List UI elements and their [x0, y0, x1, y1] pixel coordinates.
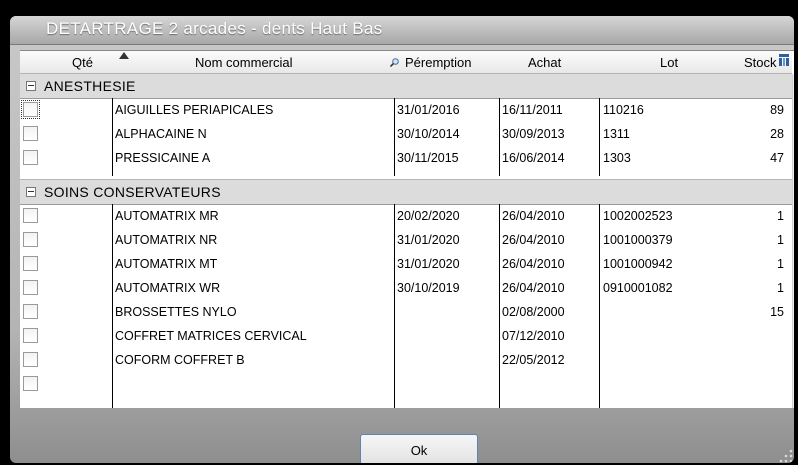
- group-label: SOINS CONSERVATEURS: [44, 184, 221, 200]
- cell-name: COFFRET MATRICES CERVICAL: [115, 329, 307, 343]
- col-header-stock[interactable]: Stock: [744, 55, 777, 70]
- cell-name: COFORM COFFRET B: [115, 353, 245, 367]
- cell-lot: 1303: [603, 151, 631, 165]
- cell-stock: 1: [777, 257, 784, 271]
- cell-purchase: 26/04/2010: [502, 257, 565, 271]
- cell-lot: 1311: [603, 127, 630, 141]
- cell-purchase: 26/04/2010: [502, 233, 565, 247]
- row-checkbox[interactable]: [23, 208, 38, 223]
- cell-purchase: 26/04/2010: [502, 209, 565, 223]
- row-checkbox[interactable]: [23, 376, 38, 391]
- row-checkbox[interactable]: [21, 100, 40, 119]
- cell-name: AUTOMATRIX MR: [115, 209, 219, 223]
- cell-purchase: 26/04/2010: [502, 281, 565, 295]
- row-checkbox[interactable]: [23, 328, 38, 343]
- cell-purchase: 07/12/2010: [502, 329, 565, 343]
- column-divider: [599, 204, 600, 408]
- ok-button[interactable]: Ok: [360, 434, 478, 463]
- cell-stock: 28: [770, 127, 784, 141]
- cell-name: AUTOMATRIX NR: [115, 233, 218, 247]
- table-row[interactable]: PRESSICAINE A 30/11/2015 16/06/2014 1303…: [20, 146, 792, 170]
- cell-purchase: 16/06/2014: [502, 151, 565, 165]
- cell-expiry: 20/02/2020: [397, 209, 460, 223]
- cell-lot: 1001000942: [603, 257, 673, 271]
- table-row[interactable]: BROSSETTES NYLO 02/08/2000 15: [20, 300, 792, 324]
- column-divider: [599, 98, 600, 176]
- cell-name: BROSSETTES NYLO: [115, 305, 237, 319]
- col-header-lot[interactable]: Lot: [660, 55, 678, 70]
- group-label: ANESTHESIE: [44, 78, 136, 94]
- cell-name: AIGUILLES PERIAPICALES: [115, 103, 274, 117]
- cell-expiry: 31/01/2020: [397, 233, 460, 247]
- cell-expiry: 31/01/2020: [397, 257, 460, 271]
- table-row[interactable]: AUTOMATRIX MR 20/02/2020 26/04/2010 1002…: [20, 204, 792, 228]
- col-header-purchase[interactable]: Achat: [528, 55, 561, 70]
- sort-ascending-icon: [119, 52, 129, 59]
- cell-purchase: 02/08/2000: [502, 305, 565, 319]
- cell-expiry: 30/10/2014: [397, 127, 460, 141]
- scroll-up-button[interactable]: [793, 74, 794, 90]
- column-divider: [394, 204, 395, 408]
- table-row[interactable]: COFFRET MATRICES CERVICAL 07/12/2010: [20, 324, 792, 348]
- cell-name: ALPHACAINE N: [115, 127, 207, 141]
- table-row[interactable]: AUTOMATRIX MT 31/01/2020 26/04/2010 1001…: [20, 252, 792, 276]
- column-settings-icon[interactable]: [778, 53, 790, 67]
- row-checkbox[interactable]: [23, 126, 38, 141]
- col-header-name[interactable]: Nom commercial: [195, 55, 293, 70]
- cell-stock: 89: [770, 103, 784, 117]
- resize-grip-icon[interactable]: [768, 440, 794, 463]
- column-divider: [112, 204, 113, 408]
- dialog: DETARTRAGE 2 arcades - dents Haut Bas Qt…: [10, 16, 794, 463]
- cell-purchase: 30/09/2013: [502, 127, 565, 141]
- row-checkbox[interactable]: [23, 256, 38, 271]
- cell-lot: 110216: [603, 103, 644, 117]
- collapse-minus-icon[interactable]: [26, 81, 36, 91]
- table-row[interactable]: AIGUILLES PERIAPICALES 31/01/2016 16/11/…: [20, 98, 792, 122]
- row-checkbox[interactable]: [23, 232, 38, 247]
- cell-stock: 15: [770, 305, 784, 319]
- window: DETARTRAGE 2 arcades - dents Haut Bas Qt…: [0, 0, 798, 465]
- cell-stock: 1: [777, 233, 784, 247]
- cell-name: AUTOMATRIX MT: [115, 257, 218, 271]
- group-header-anesthesie[interactable]: ANESTHESIE: [20, 73, 792, 99]
- magnifier-icon[interactable]: [390, 58, 399, 67]
- row-checkbox[interactable]: [23, 304, 38, 319]
- column-divider: [112, 98, 113, 176]
- grid-header: Qté Nom commercial Péremption Achat Lot …: [20, 51, 792, 74]
- scroll-down-button[interactable]: [793, 392, 794, 408]
- cell-stock: 1: [777, 281, 784, 295]
- group-header-soins-conservateurs[interactable]: SOINS CONSERVATEURS: [20, 179, 792, 205]
- cell-expiry: 31/01/2016: [397, 103, 460, 117]
- vertical-scrollbar[interactable]: [792, 74, 794, 408]
- table-row[interactable]: AUTOMATRIX WR 30/10/2019 26/04/2010 0910…: [20, 276, 792, 300]
- table-row[interactable]: COFORM COFFRET B 22/05/2012: [20, 348, 792, 372]
- cell-stock: 1: [777, 209, 784, 223]
- dialog-title: DETARTRAGE 2 arcades - dents Haut Bas: [46, 19, 383, 38]
- col-header-expiry[interactable]: Péremption: [405, 55, 471, 70]
- col-header-qty[interactable]: Qté: [72, 55, 93, 70]
- row-checkbox[interactable]: [23, 150, 38, 165]
- cell-lot: 1001000379: [603, 233, 673, 247]
- cell-stock: 47: [770, 151, 784, 165]
- cell-expiry: 30/10/2019: [397, 281, 460, 295]
- cell-lot: 1002002523: [603, 209, 673, 223]
- cell-name: AUTOMATRIX WR: [115, 281, 221, 295]
- cell-name: PRESSICAINE A: [115, 151, 211, 165]
- cell-purchase: 22/05/2012: [502, 353, 565, 367]
- cell-purchase: 16/11/2011: [502, 103, 563, 117]
- title-bar[interactable]: DETARTRAGE 2 arcades - dents Haut Bas: [10, 16, 794, 45]
- row-checkbox[interactable]: [23, 352, 38, 367]
- row-checkbox[interactable]: [23, 280, 38, 295]
- table-row[interactable]: ALPHACAINE N 30/10/2014 30/09/2013 1311 …: [20, 122, 792, 146]
- column-divider: [394, 98, 395, 176]
- cell-expiry: 30/11/2015: [397, 151, 459, 165]
- cell-lot: 0910001082: [603, 281, 673, 295]
- collapse-minus-icon[interactable]: [26, 187, 36, 197]
- table-row-partial[interactable]: [20, 372, 792, 396]
- column-divider: [499, 98, 500, 176]
- column-divider: [499, 204, 500, 408]
- table-row[interactable]: AUTOMATRIX NR 31/01/2020 26/04/2010 1001…: [20, 228, 792, 252]
- product-grid: Qté Nom commercial Péremption Achat Lot …: [20, 50, 794, 408]
